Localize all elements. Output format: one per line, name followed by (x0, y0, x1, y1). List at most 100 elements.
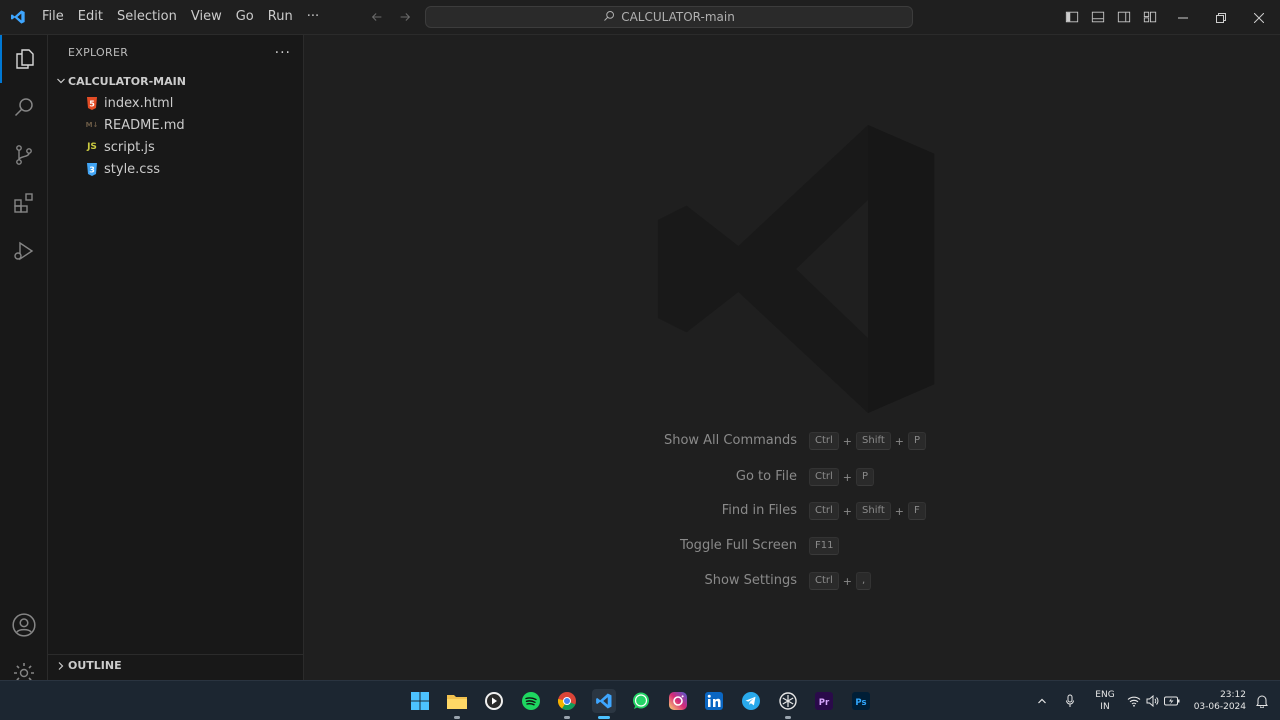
outline-section[interactable]: OUTLINE (48, 654, 303, 676)
battery-icon[interactable] (1164, 696, 1180, 706)
title-bar: File Edit Selection View Go Run ··· CALC… (0, 0, 1280, 35)
navigation-arrows (366, 6, 416, 28)
clock-date: 03-06-2024 (1193, 702, 1246, 712)
whatsapp-icon[interactable] (629, 689, 653, 713)
vscode-watermark-icon (652, 123, 940, 419)
file-name: README.md (104, 117, 185, 133)
back-arrow-icon[interactable] (366, 6, 388, 28)
editor-area: Show All Commands Ctrl + Shift + P Go to… (305, 35, 1280, 680)
menu-selection[interactable]: Selection (110, 5, 184, 29)
extensions-icon[interactable] (0, 179, 48, 227)
toggle-secondary-sidebar-icon[interactable] (1114, 6, 1134, 28)
shortcut-keys: Ctrl + , (809, 571, 872, 591)
chrome-icon[interactable] (555, 689, 579, 719)
key-separator: + (894, 504, 904, 518)
key: Shift (856, 502, 891, 520)
windows-taskbar: Pr Ps ENG IN 23:12 03-06-2024 (0, 680, 1280, 720)
clock[interactable]: 23:12 03-06-2024 (1190, 689, 1246, 713)
wifi-icon[interactable] (1126, 695, 1142, 707)
markdown-file-icon: M↓ (85, 121, 99, 129)
toggle-primary-sidebar-icon[interactable] (1062, 6, 1082, 28)
notification-bell-icon[interactable] (1254, 694, 1270, 708)
svg-text:3: 3 (89, 165, 95, 174)
outline-label: OUTLINE (68, 659, 122, 672)
photoshop-icon[interactable]: Ps (849, 689, 873, 713)
key: P (856, 468, 875, 486)
key: F11 (809, 537, 840, 555)
spotify-icon[interactable] (519, 689, 543, 713)
shortcut-go-to-file: Go to File Ctrl + P (305, 467, 1280, 487)
explorer-icon[interactable] (0, 35, 48, 83)
running-indicator (454, 716, 460, 719)
vscode-taskbar-icon[interactable] (592, 689, 616, 719)
premiere-pro-icon[interactable]: Pr (812, 689, 836, 713)
minimize-icon[interactable] (1164, 0, 1202, 35)
customize-layout-icon[interactable] (1140, 6, 1160, 28)
language-line1: ENG (1095, 690, 1115, 700)
svg-text:Pr: Pr (819, 698, 830, 708)
linkedin-icon[interactable] (702, 689, 726, 713)
forward-arrow-icon[interactable] (394, 6, 416, 28)
microphone-icon[interactable] (1062, 694, 1078, 708)
system-tray: ENG IN 23:12 03-06-2024 (1034, 681, 1270, 720)
windows-start-icon[interactable] (408, 689, 432, 713)
source-control-icon[interactable] (0, 131, 48, 179)
sidebar-title: EXPLORER (68, 46, 129, 59)
command-center-text: CALCULATOR-main (621, 10, 735, 24)
chevron-up-icon[interactable] (1034, 696, 1050, 706)
file-explorer-icon[interactable] (445, 689, 469, 719)
sidebar-header: EXPLORER ··· (48, 35, 303, 70)
key: , (856, 572, 872, 590)
run-and-debug-icon[interactable] (0, 227, 48, 275)
svg-text:5: 5 (89, 99, 95, 108)
key: Ctrl (809, 468, 839, 486)
menu-more[interactable]: ··· (300, 5, 326, 29)
key-separator: + (842, 470, 853, 484)
shortcut-keys: Ctrl + P (809, 467, 875, 487)
manage-gear-icon[interactable] (0, 649, 48, 680)
language-indicator[interactable]: ENG IN (1094, 689, 1116, 713)
shortcut-toggle-full-screen: Toggle Full Screen F11 (305, 536, 1280, 556)
toggle-panel-icon[interactable] (1088, 6, 1108, 28)
key: Ctrl (809, 432, 839, 450)
chevron-right-icon (54, 659, 68, 673)
menu-edit[interactable]: Edit (71, 5, 110, 29)
menu-run[interactable]: Run (261, 5, 300, 29)
restore-icon[interactable] (1202, 0, 1240, 35)
activity-bar (0, 35, 48, 680)
close-icon[interactable] (1240, 0, 1278, 35)
media-player-icon[interactable] (482, 689, 506, 713)
telegram-icon[interactable] (739, 689, 763, 713)
menu-bar: File Edit Selection View Go Run ··· (35, 0, 326, 35)
search-icon[interactable] (0, 83, 48, 131)
running-indicator (785, 716, 791, 719)
css-file-icon: 3 (84, 161, 100, 177)
accounts-icon[interactable] (0, 601, 48, 649)
active-indicator (598, 716, 610, 719)
file-item-script-js[interactable]: JS script.js (48, 136, 303, 158)
menu-file[interactable]: File (35, 5, 71, 29)
file-item-index-html[interactable]: 5 index.html (48, 92, 303, 114)
window-controls (1164, 0, 1278, 35)
key-separator: + (842, 434, 853, 448)
clock-time: 23:12 (1220, 690, 1246, 700)
volume-icon[interactable] (1145, 695, 1161, 707)
folder-calculator-main[interactable]: CALCULATOR-MAIN (48, 70, 303, 92)
chatgpt-icon[interactable] (776, 689, 800, 719)
instagram-icon[interactable] (666, 689, 690, 713)
shortcut-keys: F11 (809, 536, 840, 556)
running-indicator (564, 716, 570, 719)
more-actions-icon[interactable]: ··· (275, 45, 291, 61)
menu-go[interactable]: Go (229, 5, 261, 29)
file-item-style-css[interactable]: 3 style.css (48, 158, 303, 180)
file-name: style.css (104, 161, 160, 177)
shortcut-label: Go to File (735, 469, 797, 484)
menu-view[interactable]: View (184, 5, 229, 29)
shortcut-find-in-files: Find in Files Ctrl + Shift + F (305, 501, 1280, 521)
key: Ctrl (809, 572, 839, 590)
key: P (907, 432, 926, 450)
file-item-readme-md[interactable]: M↓ README.md (48, 114, 303, 136)
file-name: script.js (104, 139, 155, 155)
command-center-search[interactable]: CALCULATOR-main (425, 6, 913, 28)
shortcut-show-settings: Show Settings Ctrl + , (305, 571, 1280, 591)
